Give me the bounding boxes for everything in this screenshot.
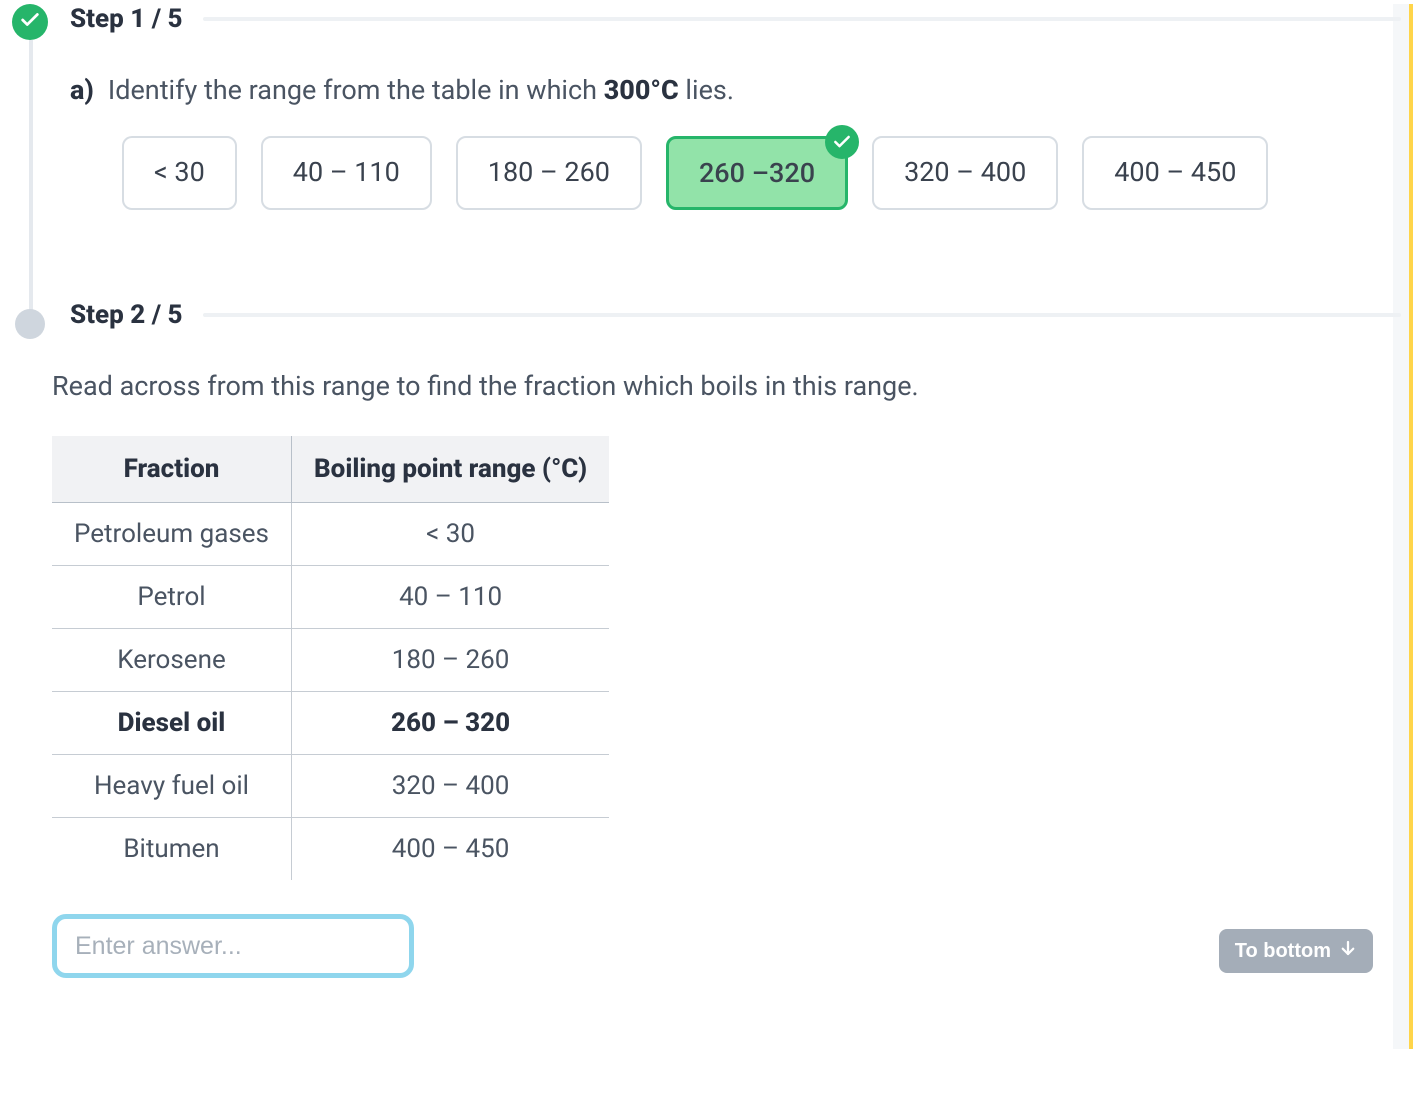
option-0[interactable]: < 30 — [122, 136, 237, 210]
check-icon — [825, 125, 859, 159]
step2-instruction: Read across from this range to find the … — [52, 370, 1361, 402]
option-3[interactable]: 260 –320 — [666, 136, 848, 210]
step2-rule — [203, 313, 1401, 317]
step1-rule — [203, 17, 1401, 21]
range-cell: 40 – 110 — [291, 566, 609, 629]
table-row: Petroleum gases< 30 — [52, 503, 609, 566]
fraction-cell: Bitumen — [52, 818, 291, 881]
option-4[interactable]: 320 – 400 — [872, 136, 1058, 210]
option-1[interactable]: 40 – 110 — [261, 136, 432, 210]
fraction-cell: Petroleum gases — [52, 503, 291, 566]
table-row: Kerosene180 – 260 — [52, 629, 609, 692]
arrow-down-icon — [1339, 939, 1357, 963]
range-cell: 180 – 260 — [291, 629, 609, 692]
range-cell: 320 – 400 — [291, 755, 609, 818]
question-text: Identify the range from the table in whi… — [108, 74, 734, 106]
fraction-table: Fraction Boiling point range (°C) Petrol… — [52, 436, 609, 880]
option-5[interactable]: 400 – 450 — [1082, 136, 1268, 210]
fraction-cell: Heavy fuel oil — [52, 755, 291, 818]
table-row: Diesel oil260 – 320 — [52, 692, 609, 755]
step2-header: Step 2 / 5 — [70, 300, 183, 330]
table-header-fraction: Fraction — [52, 436, 291, 503]
table-row: Heavy fuel oil320 – 400 — [52, 755, 609, 818]
to-bottom-button[interactable]: To bottom — [1219, 929, 1373, 973]
step1-question: a) Identify the range from the table in … — [70, 74, 1401, 106]
table-row: Petrol40 – 110 — [52, 566, 609, 629]
table-row: Bitumen400 – 450 — [52, 818, 609, 881]
step1-header: Step 1 / 5 — [70, 4, 183, 34]
table-header-range: Boiling point range (°C) — [291, 436, 609, 503]
step2-marker-current — [15, 309, 45, 339]
question-letter: a) — [70, 74, 94, 106]
to-bottom-label: To bottom — [1235, 940, 1331, 963]
range-cell: 400 – 450 — [291, 818, 609, 881]
fraction-cell: Petrol — [52, 566, 291, 629]
answer-input[interactable] — [52, 914, 414, 978]
check-icon — [19, 9, 41, 35]
range-cell: < 30 — [291, 503, 609, 566]
fraction-cell: Diesel oil — [52, 692, 291, 755]
fraction-cell: Kerosene — [52, 629, 291, 692]
step1-marker-completed — [12, 4, 48, 40]
step1-options: < 30 40 – 110 180 – 260 260 –320 320 – 400 40… — [70, 136, 1401, 210]
option-2[interactable]: 180 – 260 — [456, 136, 642, 210]
timeline-line — [29, 40, 33, 330]
range-cell: 260 – 320 — [291, 692, 609, 755]
